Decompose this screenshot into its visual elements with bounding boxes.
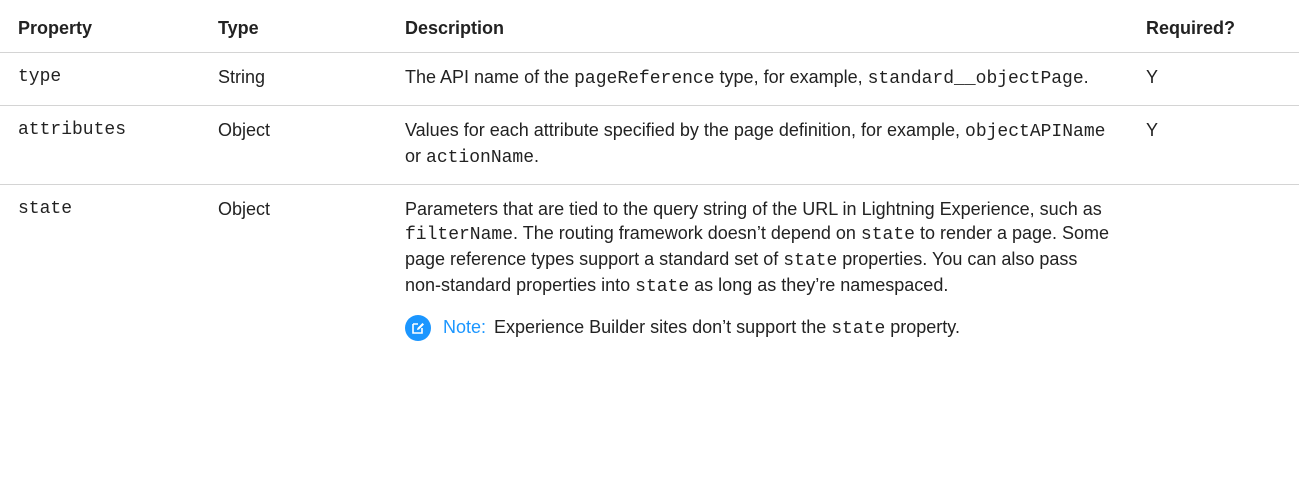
header-type: Type (218, 0, 405, 53)
table-row: attributes Object Values for each attrib… (0, 105, 1299, 185)
description-text: as long as they’re namespaced. (689, 275, 949, 295)
code-text: state (860, 225, 915, 245)
property-name: state (18, 199, 73, 219)
property-type: String (218, 52, 405, 106)
note-label: Note: (443, 317, 487, 337)
description-text: . The routing framework doesn’t depend o… (513, 223, 861, 243)
code-text: actionName (426, 148, 535, 168)
code-text: filterName (405, 225, 514, 245)
property-required: Y (1146, 105, 1299, 185)
property-required (1146, 185, 1299, 356)
description-text: . (1083, 67, 1089, 87)
code-text: standard__objectPage (867, 69, 1084, 89)
property-name: type (0, 52, 218, 106)
property-description: Parameters that are tied to the query st… (405, 185, 1146, 356)
code-text: state (635, 277, 690, 297)
description-text: The API name of the (405, 67, 575, 87)
header-property: Property (0, 0, 218, 53)
note-text: property. (885, 317, 960, 337)
description-text: type, for example, (714, 67, 868, 87)
property-name: attributes (0, 105, 218, 185)
code-text: state (783, 251, 838, 271)
property-required: Y (1146, 52, 1299, 106)
header-description: Description (405, 0, 1146, 53)
header-required: Required? (1146, 0, 1299, 53)
table-row: state Object Parameters that are tied to… (0, 185, 1299, 356)
note-text: Experience Builder sites don’t support t… (494, 317, 832, 337)
code-text: objectAPIName (965, 122, 1106, 142)
property-type: Object (218, 105, 405, 185)
property-description: The API name of the pageReference type, … (405, 52, 1146, 106)
table-row: type String The API name of the pageRefe… (0, 52, 1299, 106)
code-text: pageReference (574, 69, 715, 89)
property-description: Values for each attribute specified by t… (405, 105, 1146, 185)
table-header-row: Property Type Description Required? (0, 0, 1299, 53)
note-callout: Note: Experience Builder sites don’t supp… (405, 315, 1116, 341)
edit-note-icon (405, 315, 431, 341)
description-text: . (534, 146, 540, 166)
code-text: state (831, 319, 886, 339)
description-text: Values for each attribute specified by t… (405, 120, 966, 140)
description-text: or (405, 146, 427, 166)
property-type: Object (218, 199, 271, 219)
property-table: Property Type Description Required? type… (0, 0, 1299, 355)
description-text: Parameters that are tied to the query st… (405, 199, 1102, 219)
